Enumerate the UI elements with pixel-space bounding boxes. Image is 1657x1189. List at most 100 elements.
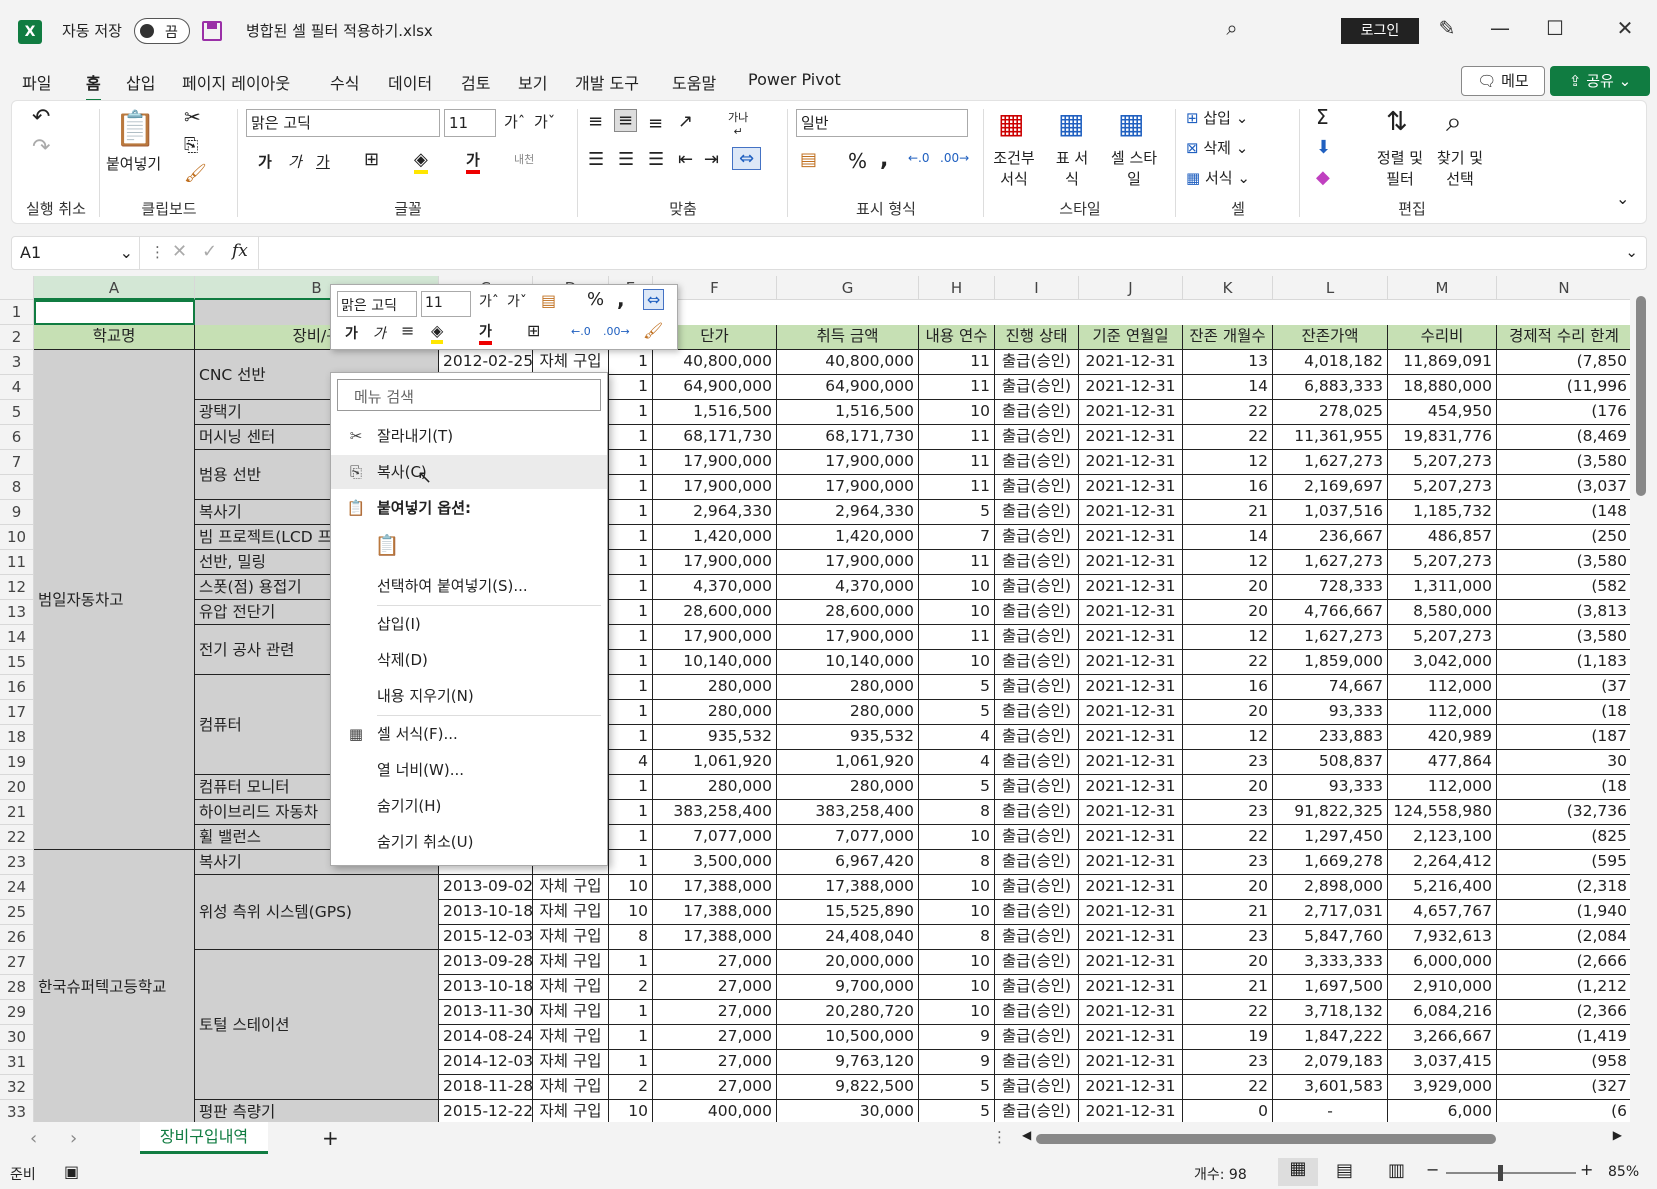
data-cell[interactable]: (6: [1497, 1100, 1630, 1122]
row-header[interactable]: 33: [0, 1100, 34, 1122]
data-cell[interactable]: 1,847,222: [1273, 1025, 1388, 1050]
menu-item-cut[interactable]: ✂ 잘라내기(T): [331, 419, 607, 453]
mini-percent-button[interactable]: %: [587, 289, 604, 310]
row-header[interactable]: 21: [0, 800, 34, 825]
data-cell[interactable]: 280,000: [653, 675, 777, 700]
mini-fill-icon[interactable]: ◈: [431, 321, 444, 344]
data-cell[interactable]: 2014-12-03: [439, 1050, 533, 1075]
data-cell[interactable]: 2021-12-31: [1079, 975, 1183, 1000]
data-cell[interactable]: 64,900,000: [777, 375, 919, 400]
italic-button[interactable]: 가: [288, 151, 302, 172]
data-cell[interactable]: 1: [609, 825, 653, 850]
data-cell[interactable]: 280,000: [777, 675, 919, 700]
data-cell[interactable]: 10: [919, 400, 995, 425]
data-cell[interactable]: 2013-10-18: [439, 975, 533, 1000]
data-cell[interactable]: (3,580: [1497, 450, 1630, 475]
data-cell[interactable]: 27,000: [653, 1075, 777, 1100]
column-header-G[interactable]: G: [777, 276, 919, 300]
data-cell[interactable]: 1,420,000: [653, 525, 777, 550]
data-cell[interactable]: 935,532: [653, 725, 777, 750]
tab-6[interactable]: 검토: [461, 70, 490, 94]
data-cell[interactable]: 420,989: [1388, 725, 1497, 750]
zoom-slider-thumb[interactable]: [1498, 1165, 1503, 1181]
data-cell[interactable]: 19: [1183, 1025, 1273, 1050]
row-header[interactable]: 2: [0, 325, 34, 350]
wrap-text-icon[interactable]: 가나 ↵: [728, 109, 748, 138]
data-cell[interactable]: 1: [609, 475, 653, 500]
data-cell[interactable]: 2: [609, 1075, 653, 1100]
font-color-button[interactable]: 가: [466, 149, 480, 174]
data-cell[interactable]: 2021-12-31: [1079, 775, 1183, 800]
data-cell[interactable]: 20: [1183, 775, 1273, 800]
school-cell[interactable]: 범일자동차고: [34, 350, 195, 850]
pen-icon[interactable]: ✎: [1432, 16, 1462, 40]
row-header[interactable]: 18: [0, 725, 34, 750]
data-cell[interactable]: 8,580,000: [1388, 600, 1497, 625]
data-cell[interactable]: 10: [919, 650, 995, 675]
data-cell[interactable]: 1,627,273: [1273, 550, 1388, 575]
data-cell[interactable]: 2015-12-22: [439, 1100, 533, 1122]
row-header[interactable]: 15: [0, 650, 34, 675]
data-cell[interactable]: 2021-12-31: [1079, 850, 1183, 875]
align-center-icon[interactable]: ☰: [618, 149, 634, 170]
data-cell[interactable]: 3,266,667: [1388, 1025, 1497, 1050]
row-header[interactable]: 24: [0, 875, 34, 900]
paste-option-icon[interactable]: 📋: [371, 533, 403, 563]
row-header[interactable]: 19: [0, 750, 34, 775]
data-cell[interactable]: 출급(승인): [995, 650, 1079, 675]
data-cell[interactable]: 1: [609, 800, 653, 825]
mini-align-icon[interactable]: ≡: [401, 321, 414, 340]
data-cell[interactable]: 22: [1183, 1000, 1273, 1025]
data-cell[interactable]: 2021-12-31: [1079, 725, 1183, 750]
data-cell[interactable]: 112,000: [1388, 700, 1497, 725]
row-header[interactable]: 11: [0, 550, 34, 575]
data-cell[interactable]: 1: [609, 525, 653, 550]
data-cell[interactable]: 2013-10-18: [439, 900, 533, 925]
row-header[interactable]: 17: [0, 700, 34, 725]
data-cell[interactable]: 출급(승인): [995, 900, 1079, 925]
align-top-icon[interactable]: ≡: [588, 111, 603, 132]
login-button[interactable]: 로그인: [1341, 18, 1419, 44]
data-cell[interactable]: 11,869,091: [1388, 350, 1497, 375]
mini-inc-decimal-icon[interactable]: ←.0: [571, 325, 591, 338]
row-header[interactable]: 9: [0, 500, 34, 525]
data-cell[interactable]: 400,000: [653, 1100, 777, 1122]
mini-accounting-icon[interactable]: ▤: [541, 291, 556, 310]
data-cell[interactable]: 1: [609, 450, 653, 475]
data-cell[interactable]: 22: [1183, 400, 1273, 425]
data-cell[interactable]: 1: [609, 550, 653, 575]
mini-border-icon[interactable]: ⊞: [527, 321, 540, 340]
data-cell[interactable]: 2,898,000: [1273, 875, 1388, 900]
data-cell[interactable]: 1: [609, 600, 653, 625]
zoom-in-icon[interactable]: +: [1580, 1160, 1593, 1179]
data-cell[interactable]: 2021-12-31: [1079, 400, 1183, 425]
equipment-cell[interactable]: 평판 측량기: [195, 1100, 439, 1122]
data-cell[interactable]: 16: [1183, 675, 1273, 700]
header-cell-G[interactable]: 취득 금액: [777, 325, 919, 350]
header-cell-K[interactable]: 잔존 개월수: [1183, 325, 1273, 350]
data-cell[interactable]: 1,297,450: [1273, 825, 1388, 850]
data-cell[interactable]: 935,532: [777, 725, 919, 750]
tab-7[interactable]: 보기: [518, 70, 547, 94]
menu-search-input[interactable]: 메뉴 검색: [337, 379, 601, 411]
data-cell[interactable]: 2021-12-31: [1079, 1100, 1183, 1122]
data-cell[interactable]: 자체 구입: [533, 900, 609, 925]
row-header[interactable]: 3: [0, 350, 34, 375]
school-cell[interactable]: 한국슈퍼텍고등학교: [34, 850, 195, 1122]
equipment-cell[interactable]: 위성 측위 시스템(GPS): [195, 875, 439, 950]
row-header[interactable]: 27: [0, 950, 34, 975]
header-cell-A[interactable]: 학교명: [34, 325, 195, 350]
data-cell[interactable]: (11,996: [1497, 375, 1630, 400]
tab-10[interactable]: Power Pivot: [748, 70, 841, 89]
column-header-K[interactable]: K: [1183, 276, 1273, 300]
more-icon[interactable]: ⋮: [992, 1128, 1007, 1146]
data-cell[interactable]: 2021-12-31: [1079, 600, 1183, 625]
data-cell[interactable]: 27,000: [653, 1025, 777, 1050]
data-cell[interactable]: 2021-12-31: [1079, 700, 1183, 725]
data-cell[interactable]: 5: [919, 1075, 995, 1100]
data-cell[interactable]: 2021-12-31: [1079, 1075, 1183, 1100]
data-cell[interactable]: 자체 구입: [533, 1050, 609, 1075]
data-cell[interactable]: 2021-12-31: [1079, 525, 1183, 550]
data-cell[interactable]: 10: [919, 1000, 995, 1025]
data-cell[interactable]: 18,880,000: [1388, 375, 1497, 400]
